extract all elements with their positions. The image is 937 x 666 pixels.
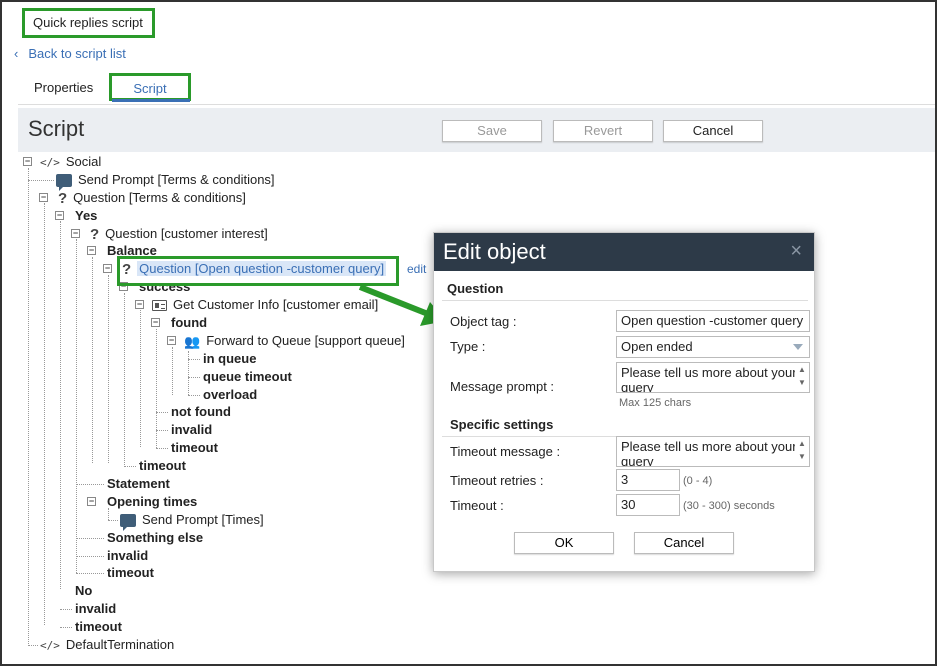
- section-divider: [442, 300, 808, 301]
- timeout-input[interactable]: 30: [616, 494, 680, 516]
- ok-button[interactable]: OK: [514, 532, 614, 554]
- dialog-cancel-button[interactable]: Cancel: [634, 532, 734, 554]
- dialog-header: Edit object ×: [434, 233, 814, 271]
- message-prompt-textarea[interactable]: Please tell us more about your query ▲ ▼: [616, 362, 810, 393]
- message-prompt-value: Please tell us more about your query: [621, 365, 797, 393]
- object-tag-label: Object tag :: [450, 314, 517, 329]
- timeout-label: Timeout :: [450, 498, 504, 513]
- dialog-title: Edit object: [443, 239, 546, 264]
- dropdown-arrow-icon: [793, 344, 803, 350]
- textarea-scrollbar[interactable]: ▲ ▼: [795, 437, 809, 466]
- section-specific-settings: Specific settings: [450, 417, 554, 432]
- section-question: Question: [447, 281, 504, 296]
- type-select-value: Open ended: [621, 339, 693, 354]
- timeout-retries-input[interactable]: 3: [616, 469, 680, 491]
- timeout-message-label: Timeout message :: [450, 444, 561, 459]
- timeout-retries-hint: (0 - 4): [683, 475, 713, 487]
- object-tag-input[interactable]: Open question -customer query: [616, 310, 810, 332]
- close-icon[interactable]: ×: [790, 240, 802, 263]
- timeout-hint: (30 - 300) seconds: [683, 500, 775, 512]
- timeout-message-value: Please tell us more about your query: [621, 439, 797, 467]
- type-select[interactable]: Open ended: [616, 336, 810, 358]
- textarea-scrollbar[interactable]: ▲ ▼: [795, 363, 809, 392]
- timeout-message-textarea[interactable]: Please tell us more about your query ▲ ▼: [616, 436, 810, 467]
- edit-object-dialog: Edit object × Question Object tag : Open…: [433, 232, 815, 572]
- type-label: Type :: [450, 339, 486, 354]
- message-prompt-label: Message prompt :: [450, 379, 555, 394]
- timeout-retries-label: Timeout retries :: [450, 473, 544, 488]
- max-chars-hint: Max 125 chars: [619, 397, 692, 409]
